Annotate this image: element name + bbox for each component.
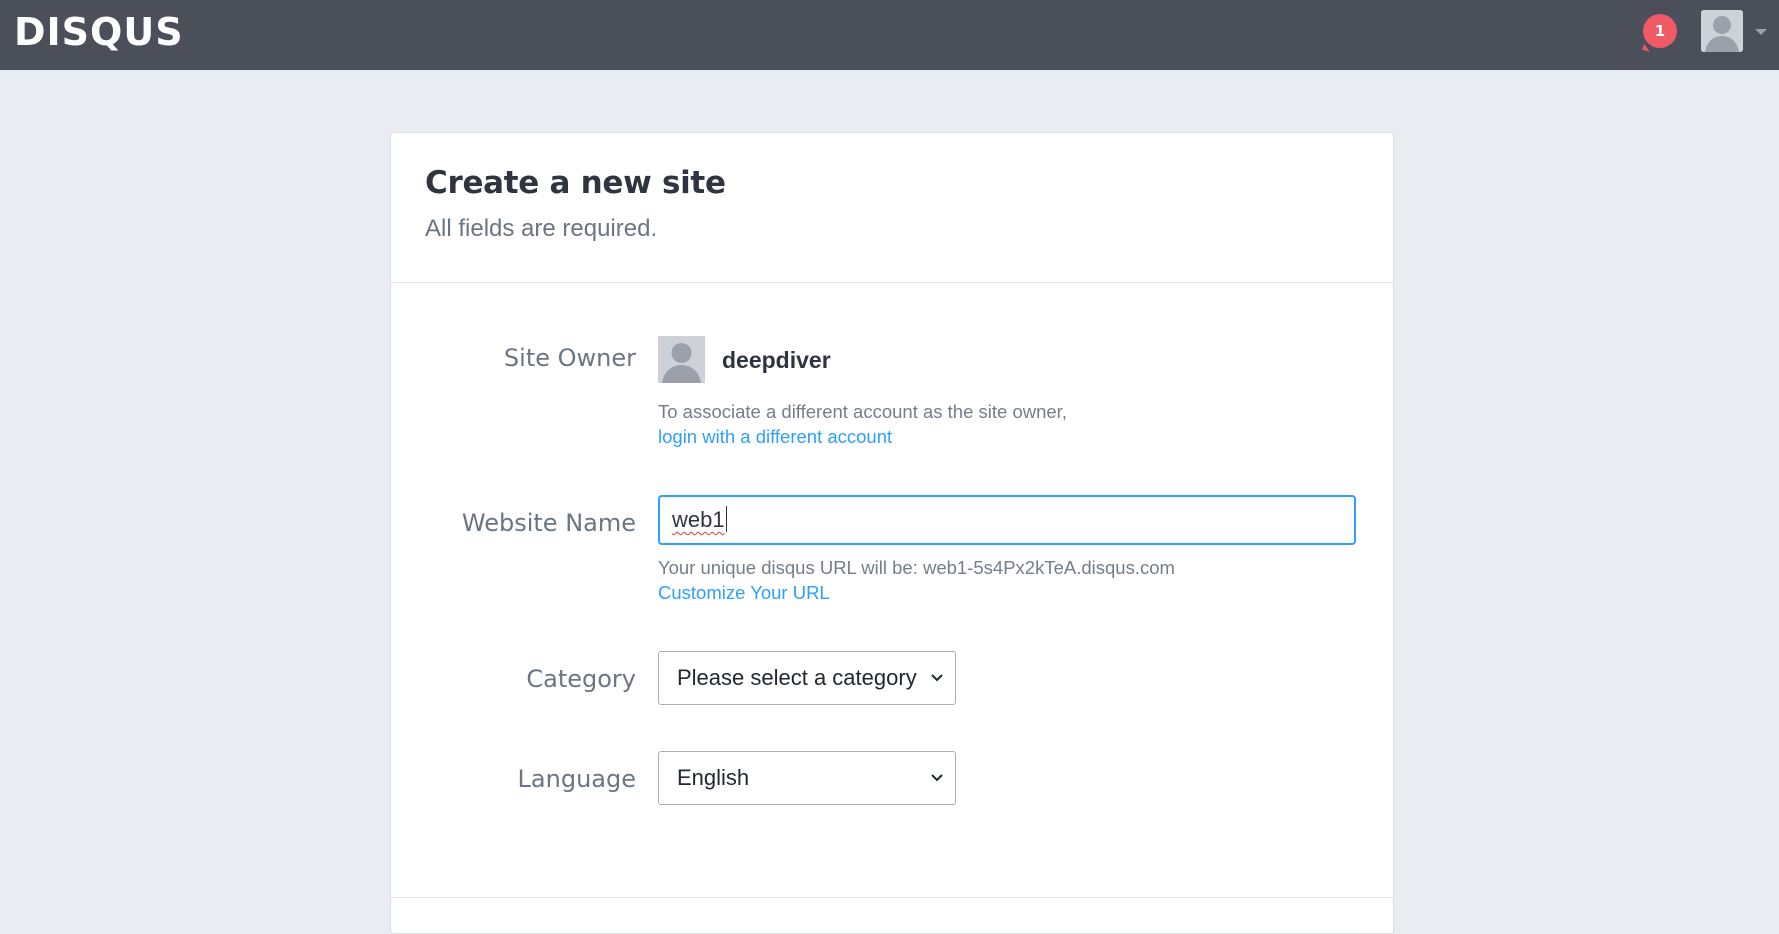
chevron-down-icon xyxy=(931,774,943,782)
top-navigation-bar: DISQUS 1 xyxy=(0,0,1779,70)
card-header: Create a new site All fields are require… xyxy=(391,133,1393,283)
language-label: Language xyxy=(517,765,636,793)
page-subtitle: All fields are required. xyxy=(425,215,658,242)
chevron-down-icon xyxy=(931,674,943,682)
website-name-label: Website Name xyxy=(461,509,636,537)
caret-down-icon[interactable] xyxy=(1755,29,1767,35)
site-owner-label: Site Owner xyxy=(503,344,636,372)
page-title: Create a new site xyxy=(425,165,726,201)
category-select[interactable]: Please select a category xyxy=(658,651,956,705)
category-selected-value: Please select a category xyxy=(677,665,917,690)
language-select[interactable]: English xyxy=(658,751,956,805)
category-label: Category xyxy=(526,665,636,693)
user-silhouette-icon xyxy=(658,336,705,383)
login-different-account-link[interactable]: login with a different account xyxy=(658,426,892,448)
disqus-url-help: Your unique disqus URL will be: web1-5s4… xyxy=(658,557,1175,579)
create-site-card: Create a new site All fields are require… xyxy=(390,132,1394,934)
owner-help-text: To associate a different account as the … xyxy=(658,401,1067,422)
customize-url-link[interactable]: Customize Your URL xyxy=(658,582,830,604)
user-avatar-icon[interactable] xyxy=(1701,10,1743,52)
website-name-value: web1 xyxy=(672,507,725,532)
text-cursor xyxy=(725,506,727,533)
website-name-input[interactable]: web1 xyxy=(658,495,1356,545)
card-footer-divider xyxy=(391,897,1393,898)
disqus-url-prefix: Your unique disqus URL will be: xyxy=(658,557,923,578)
user-silhouette-icon xyxy=(1701,10,1743,52)
disqus-url-value: web1-5s4Px2kTeA.disqus.com xyxy=(922,557,1175,578)
owner-username: deepdiver xyxy=(722,347,831,373)
notification-badge-icon[interactable]: 1 xyxy=(1643,14,1677,48)
owner-avatar-icon xyxy=(658,336,705,383)
language-selected-value: English xyxy=(677,765,750,790)
disqus-logo[interactable]: DISQUS xyxy=(14,8,184,56)
